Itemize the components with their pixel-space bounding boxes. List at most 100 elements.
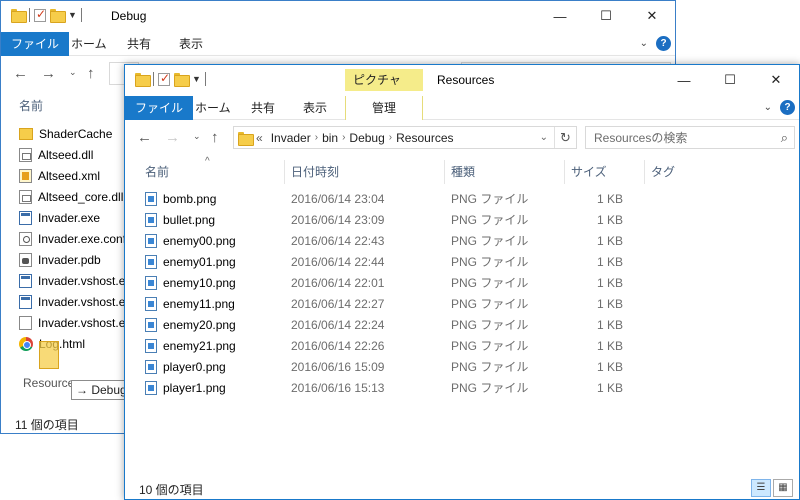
ribbon-right-controls: ⌄ ? [640, 36, 671, 51]
quick-access-toolbar: ▼ [11, 7, 82, 23]
resources-explorer-window: ▼ ピクチャ ツール Resources — ☐ ✕ ファイル ホーム 共有 表… [124, 64, 800, 500]
breadcrumb-item[interactable]: Debug [345, 131, 388, 145]
recent-locations-chevron-icon[interactable]: ⌄ [193, 131, 201, 142]
picture-tools-context-label: ピクチャ ツール [345, 69, 423, 109]
type-cell: PNG ファイル [451, 339, 529, 353]
expand-ribbon-chevron-icon[interactable]: ⌄ [640, 38, 648, 49]
help-icon[interactable]: ? [656, 36, 671, 51]
close-button[interactable]: ✕ [629, 1, 675, 31]
size-cell: 1 KB [596, 212, 623, 227]
table-row[interactable]: enemy11.png 2016/06/14 22:27 PNG ファイル 1 … [145, 293, 623, 314]
forward-arrow-icon[interactable]: → [165, 129, 180, 146]
file-name: player1.png [163, 380, 226, 395]
customize-toolbar-dropdown-icon[interactable]: ▼ [192, 74, 201, 84]
expand-ribbon-chevron-icon[interactable]: ⌄ [764, 102, 772, 113]
file-name: Altseed.xml [38, 168, 101, 183]
new-folder-icon[interactable] [50, 9, 66, 23]
table-row[interactable]: enemy10.png 2016/06/14 22:01 PNG ファイル 1 … [145, 272, 623, 293]
breadcrumb-item[interactable]: Invader [267, 131, 315, 145]
back-arrow-icon[interactable]: ← [13, 65, 28, 82]
table-row[interactable]: bullet.png 2016/06/14 23:09 PNG ファイル 1 K… [145, 209, 623, 230]
refresh-icon[interactable]: ↻ [554, 127, 576, 148]
column-header-name[interactable]: ^ 名前 [139, 156, 285, 184]
date-cell: 2016/06/14 22:27 [291, 296, 385, 311]
status-bar-count: 10 個の項目 [139, 483, 204, 497]
up-arrow-icon[interactable]: ↑ [211, 129, 219, 146]
column-header-size[interactable]: サイズ [565, 160, 645, 184]
tab-manage[interactable]: 管理 [345, 96, 423, 120]
date-cell: 2016/06/14 22:43 [291, 233, 385, 248]
navigation-bar: ← → ⌄ ↑ « Invader › bin › Debug › Resour… [125, 121, 799, 155]
properties-icon[interactable] [34, 7, 46, 22]
title-bar: ▼ ピクチャ ツール Resources — ☐ ✕ [125, 65, 799, 109]
png-file-icon [145, 296, 157, 311]
name-cell: enemy10.png [145, 275, 291, 290]
up-arrow-icon[interactable]: ↑ [87, 65, 95, 82]
close-button[interactable]: ✕ [753, 65, 799, 95]
column-header-name[interactable]: 名前 [19, 97, 43, 114]
tab-share[interactable]: 共有 [117, 32, 161, 56]
dll-file-icon [19, 189, 32, 204]
tab-home[interactable]: ホーム [61, 32, 117, 56]
file-name: enemy21.png [163, 338, 236, 353]
maximize-button[interactable]: ☐ [583, 1, 629, 31]
maximize-button[interactable]: ☐ [707, 65, 753, 95]
size-cell: 1 KB [596, 317, 623, 332]
sort-ascending-icon: ^ [205, 156, 210, 167]
date-cell: 2016/06/14 23:04 [291, 191, 385, 206]
date-cell: 2016/06/16 15:09 [291, 359, 385, 374]
table-row[interactable]: bomb.png 2016/06/14 23:04 PNG ファイル 1 KB [145, 188, 623, 209]
type-cell: PNG ファイル [451, 255, 529, 269]
table-row[interactable]: enemy20.png 2016/06/14 22:24 PNG ファイル 1 … [145, 314, 623, 335]
config-file-icon [19, 231, 32, 246]
recent-locations-chevron-icon[interactable]: ⌄ [69, 67, 77, 78]
table-row[interactable]: enemy21.png 2016/06/14 22:26 PNG ファイル 1 … [145, 335, 623, 356]
search-box[interactable]: ⌕ [585, 126, 795, 149]
address-bar[interactable]: « Invader › bin › Debug › Resources ⌄ ↻ [233, 126, 577, 149]
help-icon[interactable]: ? [780, 100, 795, 115]
breadcrumb-overflow[interactable]: « [252, 131, 267, 145]
new-folder-icon[interactable] [174, 73, 190, 87]
large-icons-view-icon[interactable]: ▦ [773, 479, 793, 497]
xml-file-icon [19, 168, 32, 183]
file-name: bomb.png [163, 191, 217, 206]
date-cell: 2016/06/16 15:13 [291, 380, 385, 395]
png-file-icon [145, 191, 157, 206]
details-view-icon[interactable]: ☰ [751, 479, 771, 497]
back-arrow-icon[interactable]: ← [137, 129, 152, 146]
column-header-type[interactable]: 種類 [445, 160, 565, 184]
size-cell: 1 KB [596, 233, 623, 248]
name-cell: enemy00.png [145, 233, 291, 248]
tab-home[interactable]: ホーム [185, 96, 241, 120]
date-cell: 2016/06/14 22:01 [291, 275, 385, 290]
file-name: enemy11.png [163, 296, 235, 311]
breadcrumb-item[interactable]: bin [318, 131, 342, 145]
size-cell: 1 KB [596, 254, 623, 269]
type-cell: PNG ファイル [451, 276, 529, 290]
ribbon-tabs: ファイル ホーム 共有 表示 ⌄ ? [1, 32, 675, 56]
customize-toolbar-dropdown-icon[interactable]: ▼ [68, 10, 77, 20]
exe-file-icon [19, 273, 32, 288]
address-history-chevron-icon[interactable]: ⌄ [540, 132, 548, 143]
tab-share[interactable]: 共有 [241, 96, 285, 120]
ribbon-right-controls: ⌄ ? [764, 100, 795, 115]
exe-file-icon [19, 294, 32, 309]
minimize-button[interactable]: — [537, 1, 583, 31]
quick-access-toolbar: ▼ [135, 71, 206, 87]
table-row[interactable]: player0.png 2016/06/16 15:09 PNG ファイル 1 … [145, 356, 623, 377]
tab-view[interactable]: 表示 [293, 96, 337, 120]
column-header-date[interactable]: 日付時刻 [285, 160, 445, 184]
table-row[interactable]: enemy01.png 2016/06/14 22:44 PNG ファイル 1 … [145, 251, 623, 272]
breadcrumb-item[interactable]: Resources [392, 131, 457, 145]
table-row[interactable]: player1.png 2016/06/16 15:13 PNG ファイル 1 … [145, 377, 623, 398]
properties-icon[interactable] [158, 71, 170, 86]
table-row[interactable]: enemy00.png 2016/06/14 22:43 PNG ファイル 1 … [145, 230, 623, 251]
tab-file[interactable]: ファイル [1, 32, 70, 56]
tab-file[interactable]: ファイル [125, 96, 194, 120]
tab-view[interactable]: 表示 [169, 32, 213, 56]
minimize-button[interactable]: — [661, 65, 707, 95]
search-input[interactable] [586, 127, 794, 148]
forward-arrow-icon[interactable]: → [41, 65, 56, 82]
search-icon[interactable]: ⌕ [781, 130, 788, 146]
column-header-tag[interactable]: タグ [645, 160, 725, 184]
